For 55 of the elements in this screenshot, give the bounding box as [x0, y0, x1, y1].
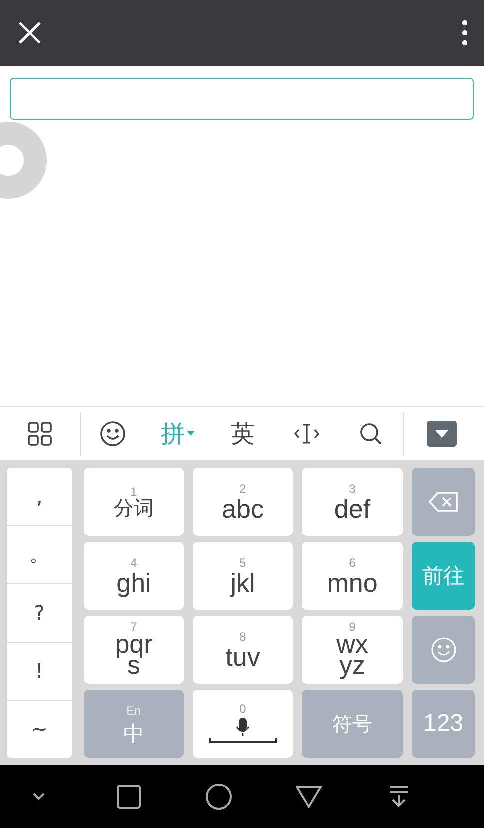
letter-key[interactable]: 7 pqrs [84, 616, 184, 684]
key-letters: def [334, 496, 371, 522]
square-icon [117, 784, 141, 808]
close-icon [18, 21, 42, 45]
key-letters: tuv [226, 644, 260, 670]
chevron-down-icon [33, 792, 45, 800]
input-mode-tab[interactable]: 英 [211, 407, 275, 460]
smiley-icon [430, 637, 456, 663]
punctuation-key[interactable]: ~ [7, 700, 72, 758]
key-letters: ghi [116, 570, 152, 596]
key-letters: jkl [230, 570, 256, 596]
letter-key[interactable]: 8 tuv [193, 616, 293, 684]
more-icon [462, 20, 468, 46]
punctuation-key[interactable]: ? [7, 584, 72, 643]
letter-key[interactable]: 4 ghi [84, 542, 184, 610]
key-letters: abc [222, 496, 264, 522]
key-digit: 0 [240, 702, 246, 716]
key-digit: 5 [240, 556, 246, 570]
search-icon [359, 422, 383, 446]
microphone-space-icon [209, 716, 277, 746]
letter-key[interactable]: 1 分词 [84, 468, 184, 536]
backspace-icon [428, 492, 458, 512]
letter-key[interactable]: 6 mno [302, 542, 403, 610]
letter-key[interactable]: 2 abc [193, 468, 293, 536]
key-letters: pqrs [114, 634, 154, 680]
key-digit: 2 [240, 482, 246, 496]
key-digit: 6 [349, 556, 356, 570]
key-digit: 4 [130, 556, 138, 570]
cursor-icon [294, 422, 320, 446]
punctuation-key[interactable]: ! [7, 642, 72, 701]
key-letters: wxyz [336, 634, 370, 680]
key-digit: 9 [349, 620, 356, 634]
punctuation-key[interactable]: 。 [7, 526, 72, 584]
key-digit: 7 [130, 620, 138, 634]
letter-key[interactable]: 9 wxyz [302, 616, 403, 684]
key-letters: mno [327, 570, 378, 596]
circle-icon [206, 784, 232, 810]
hide-keyboard-icon [427, 420, 457, 446]
key-digit: 3 [349, 482, 356, 496]
caret-icon [187, 431, 195, 436]
key-letters: 分词 [114, 499, 154, 519]
input-field[interactable] [10, 78, 474, 120]
letter-key[interactable]: 5 jkl [193, 542, 293, 610]
pull-down-icon [389, 786, 409, 808]
key-digit: 1 [130, 485, 138, 499]
smiley-icon [100, 420, 126, 446]
more-menu-button[interactable] [462, 20, 468, 46]
key-digit: 8 [240, 630, 246, 644]
close-button[interactable] [18, 21, 42, 45]
key-hint: En [126, 704, 142, 718]
grid-icon [28, 422, 52, 446]
letter-key[interactable]: 3 def [302, 468, 403, 536]
punctuation-key[interactable]: , [7, 468, 72, 526]
key-label: 中 [124, 724, 144, 744]
triangle-icon [296, 786, 322, 808]
